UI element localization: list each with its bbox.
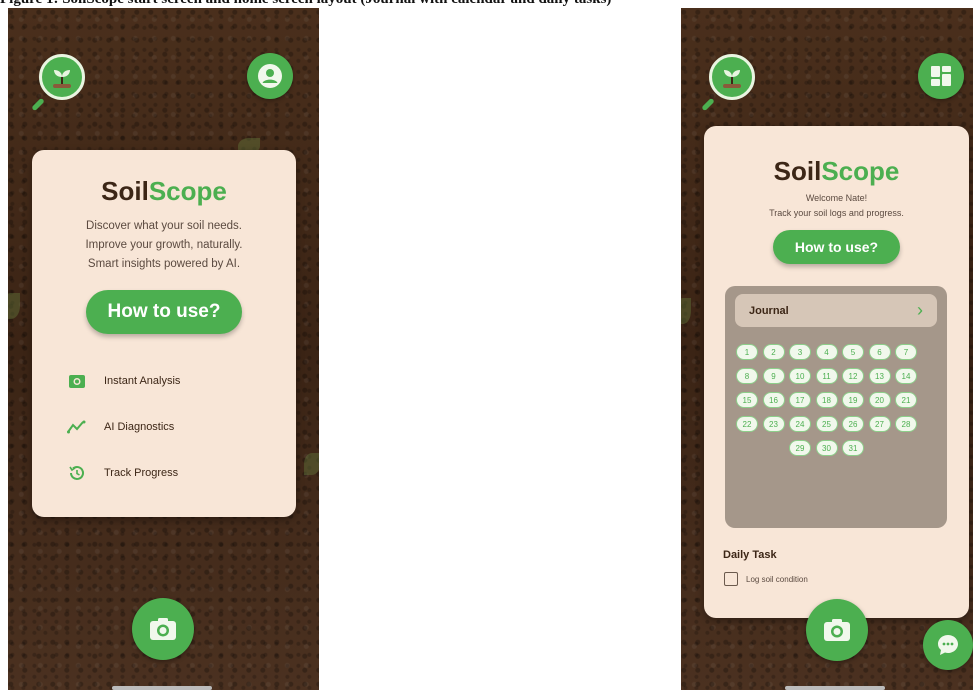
- home-indicator[interactable]: [112, 686, 212, 690]
- feature-item: AI Diagnostics: [66, 404, 296, 450]
- home-screen: SoilScope Welcome Nate! Track your soil …: [681, 8, 973, 690]
- calendar-day[interactable]: 6: [868, 344, 891, 360]
- calendar-day[interactable]: 18: [815, 392, 838, 408]
- profile-button[interactable]: [247, 53, 293, 99]
- calendar-day[interactable]: 3: [789, 344, 811, 360]
- feature-label: AI Diagnostics: [104, 421, 175, 433]
- figure-caption: Figure 1: SoilScope start screen and hom…: [0, 0, 979, 8]
- leaf-decoration: [8, 293, 20, 319]
- calendar-day[interactable]: 28: [895, 416, 917, 432]
- start-screen: SoilScope Discover what your soil needs.…: [8, 8, 319, 690]
- sprout-icon: [723, 70, 741, 88]
- calendar-day[interactable]: 7: [895, 344, 917, 360]
- leaf-decoration: [681, 298, 691, 324]
- calendar-day[interactable]: 15: [736, 392, 758, 408]
- calendar-day[interactable]: 31: [842, 440, 864, 456]
- daily-task-title: Daily Task: [723, 549, 777, 561]
- calendar-day[interactable]: 25: [815, 416, 838, 432]
- brand-soil: Soil: [773, 156, 822, 186]
- camera-icon: [66, 370, 88, 392]
- sprout-icon: [53, 70, 71, 88]
- app-title: SoilScope: [32, 176, 296, 207]
- task-label: Log soil condition: [746, 574, 808, 584]
- calendar-day[interactable]: 8: [736, 368, 758, 384]
- journal-label: Journal: [749, 304, 789, 317]
- calendar-day[interactable]: 20: [868, 392, 891, 408]
- chevron-right-icon[interactable]: ›: [917, 300, 923, 321]
- calendar-day[interactable]: 21: [895, 392, 917, 408]
- welcome-text: Welcome Nate!: [805, 193, 868, 203]
- calendar-day[interactable]: 12: [842, 368, 864, 384]
- calendar-day[interactable]: 26: [842, 416, 864, 432]
- description-line: Smart insights powered by AI.: [87, 258, 241, 270]
- description-line: Discover what your soil needs.: [86, 220, 242, 232]
- magnifier-handle: [31, 97, 45, 112]
- home-card: SoilScope Welcome Nate! Track your soil …: [704, 126, 969, 618]
- camera-button[interactable]: [132, 598, 194, 660]
- calendar-day[interactable]: 30: [815, 440, 838, 456]
- camera-button[interactable]: [806, 599, 868, 661]
- calendar-day[interactable]: 16: [762, 392, 785, 408]
- feature-item: Instant Analysis: [66, 358, 296, 404]
- camera-icon: [824, 619, 850, 641]
- task-checkbox[interactable]: [724, 572, 738, 586]
- chat-icon: [938, 635, 958, 655]
- brand-scope: Scope: [821, 156, 900, 186]
- calendar-day[interactable]: 17: [789, 392, 811, 408]
- calendar-day[interactable]: 23: [762, 416, 785, 432]
- feature-list: Instant Analysis AI Diagnostics Track Pr…: [32, 358, 296, 496]
- calendar-day[interactable]: 27: [868, 416, 891, 432]
- dashboard-icon: [931, 66, 951, 86]
- calendar-day[interactable]: 13: [868, 368, 891, 384]
- sprout-magnifier-icon[interactable]: [39, 54, 85, 100]
- how-to-use-button[interactable]: How to use?: [772, 230, 901, 264]
- intro-card: SoilScope Discover what your soil needs.…: [32, 150, 296, 517]
- leaf-decoration: [304, 453, 319, 475]
- calendar-day[interactable]: 9: [762, 368, 785, 384]
- camera-icon: [150, 618, 176, 640]
- home-indicator[interactable]: [785, 686, 885, 690]
- journal-panel: Journal › 1 2 3 4 5 6 7 8 9 10 11 12 13 14 15 16 17 18 19 2…: [725, 286, 947, 528]
- calendar-day[interactable]: 19: [842, 392, 864, 408]
- calendar-day[interactable]: 14: [895, 368, 917, 384]
- subtitle-text: Track your soil logs and progress.: [769, 208, 904, 218]
- calendar-day[interactable]: 1: [736, 344, 758, 360]
- description: Discover what your soil needs. Improve y…: [32, 217, 296, 274]
- calendar-day[interactable]: 11: [815, 368, 838, 384]
- how-to-use-button[interactable]: How to use?: [85, 290, 243, 334]
- brand-soil: Soil: [101, 176, 149, 206]
- calendar-day[interactable]: 4: [815, 344, 838, 360]
- description-line: Improve your growth, naturally.: [85, 239, 243, 251]
- feature-item: Track Progress: [66, 450, 296, 496]
- brand-scope: Scope: [148, 176, 227, 206]
- calendar-grid: 1 2 3 4 5 6 7 8 9 10 11 12 13 14 15 16 17 18 19 20 21 22 23 24 2…: [736, 344, 936, 494]
- calendar-day[interactable]: 29: [789, 440, 811, 456]
- trend-icon: [66, 416, 88, 438]
- journal-bar[interactable]: Journal ›: [735, 294, 937, 327]
- sprout-magnifier-icon[interactable]: [709, 54, 755, 100]
- task-item: Log soil condition: [724, 572, 808, 586]
- feature-label: Instant Analysis: [104, 375, 181, 387]
- figure-caption-text: Figure 1: SoilScope start screen and hom…: [0, 0, 611, 8]
- calendar-day[interactable]: 5: [842, 344, 864, 360]
- calendar-day[interactable]: 24: [789, 416, 811, 432]
- app-title: SoilScope: [704, 156, 969, 187]
- chat-button[interactable]: [923, 620, 973, 670]
- magnifier-handle: [701, 97, 715, 112]
- calendar-day[interactable]: 10: [789, 368, 811, 384]
- feature-label: Track Progress: [104, 467, 179, 479]
- calendar-day[interactable]: 2: [762, 344, 785, 360]
- history-icon: [66, 462, 88, 484]
- user-icon: [258, 64, 282, 88]
- dashboard-button[interactable]: [918, 53, 964, 99]
- calendar-day[interactable]: 22: [736, 416, 758, 432]
